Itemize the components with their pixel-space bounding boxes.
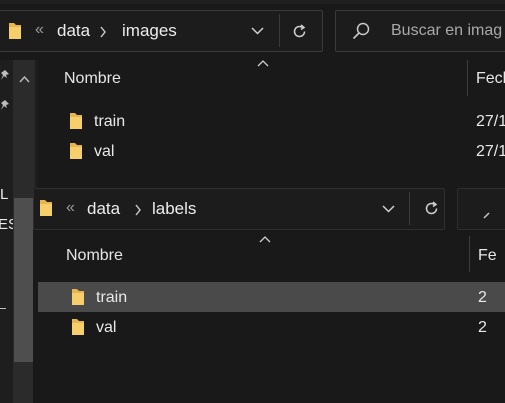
breadcrumb-data[interactable]: data xyxy=(87,199,120,219)
file-date: 2 xyxy=(478,289,487,306)
overflow-chevron[interactable]: « xyxy=(35,21,44,39)
column-header-date[interactable]: Fe xyxy=(478,247,505,265)
column-header-name[interactable]: Nombre xyxy=(64,70,121,88)
file-name: train xyxy=(94,113,126,130)
folder-icon xyxy=(8,22,22,40)
divider xyxy=(279,14,280,47)
file-date: 27/1 xyxy=(476,143,505,160)
scroll-up-icon[interactable] xyxy=(19,70,30,88)
file-name: val xyxy=(94,143,115,160)
file-date: 27/1 xyxy=(476,113,505,130)
breadcrumb-separator-icon[interactable] xyxy=(99,25,107,43)
nav-dash xyxy=(0,308,6,309)
pin-icon[interactable] xyxy=(0,98,10,116)
sort-up-icon[interactable] xyxy=(257,60,269,67)
breadcrumb-labels[interactable]: labels xyxy=(152,199,196,219)
breadcrumb-data[interactable]: data xyxy=(57,21,90,41)
search-placeholder: Buscar en imag xyxy=(391,22,503,39)
front-explorer-window: « data labels Nombre Fe train 2 val 2 xyxy=(33,188,505,403)
search-icon xyxy=(352,22,370,40)
chevron-down-icon[interactable] xyxy=(382,205,395,213)
divider xyxy=(409,192,410,225)
file-name: val xyxy=(96,319,117,336)
column-separator[interactable] xyxy=(469,236,470,272)
search-box[interactable] xyxy=(457,188,505,230)
overflow-chevron[interactable]: « xyxy=(66,199,75,217)
file-name: train xyxy=(96,289,128,306)
column-separator[interactable] xyxy=(467,60,468,96)
folder-icon xyxy=(71,288,85,306)
folder-icon xyxy=(39,199,53,217)
nav-scrollbar-thumb[interactable] xyxy=(14,198,34,362)
folder-icon xyxy=(69,142,83,160)
search-icon xyxy=(483,206,493,224)
nav-item-fragment[interactable]: L xyxy=(0,186,8,203)
column-header-name[interactable]: Nombre xyxy=(66,247,123,265)
folder-icon xyxy=(71,318,85,336)
pin-icon[interactable] xyxy=(0,68,10,86)
file-date: 2 xyxy=(478,319,487,336)
sort-up-icon[interactable] xyxy=(259,236,271,243)
title-strip xyxy=(0,0,505,4)
refresh-icon[interactable] xyxy=(423,200,440,217)
folder-icon xyxy=(69,112,83,130)
breadcrumb-images[interactable]: images xyxy=(122,21,177,41)
chevron-down-icon[interactable] xyxy=(251,27,264,35)
column-header-date[interactable]: Fech xyxy=(476,70,505,88)
breadcrumb-separator-icon[interactable] xyxy=(134,203,142,221)
refresh-icon[interactable] xyxy=(291,23,308,40)
